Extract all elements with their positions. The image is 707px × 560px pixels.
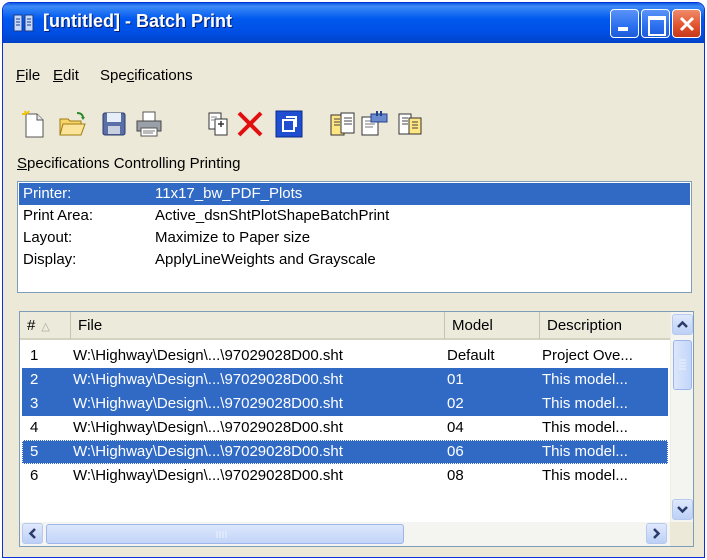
chevron-right-icon (653, 528, 661, 539)
new-file-icon[interactable] (19, 109, 49, 139)
menu-file[interactable]: File (16, 67, 40, 84)
cell-file: W:\Highway\Design\...\97029028D00.sht (73, 419, 343, 436)
cell-file: W:\Highway\Design\...\97029028D00.sht (73, 347, 343, 364)
scrollbar-corner (670, 522, 693, 546)
scroll-up-button[interactable] (672, 314, 693, 335)
menu-file-label: File (16, 67, 41, 84)
spec-row-printer[interactable]: Printer: 11x17_bw_PDF_Plots (19, 183, 690, 205)
batch-print-app-icon (13, 14, 34, 32)
table-row[interactable]: 2 W:\Highway\Design\...\97029028D00.sht … (22, 368, 668, 392)
menu-edit[interactable]: Edit (53, 67, 79, 84)
maximize-button[interactable] (641, 9, 670, 38)
close-icon (679, 16, 695, 32)
cell-model: 04 (447, 419, 464, 436)
column-num-label: # (27, 317, 36, 334)
cell-num: 2 (30, 371, 39, 388)
spec-key: Print Area: (23, 207, 94, 224)
print-area-icon[interactable] (359, 109, 389, 139)
cell-file: W:\Highway\Design\...\97029028D00.sht (73, 371, 343, 388)
cell-description: This model... (542, 467, 628, 484)
column-file-label: File (78, 317, 103, 334)
cell-model: 06 (447, 443, 464, 460)
sort-ascending-icon: △ (41, 321, 50, 333)
delete-icon[interactable] (235, 109, 265, 139)
file-list[interactable]: # △ File Model Description 1 W:\Highway\D… (19, 311, 694, 547)
batch-print-window: [untitled] - Batch Print File Edit Speci… (2, 2, 705, 558)
cell-num: 5 (30, 443, 39, 460)
chevron-left-icon (28, 528, 36, 539)
grip-icon (679, 359, 686, 370)
column-header-num[interactable]: # △ (20, 312, 71, 339)
cell-model: Default (447, 347, 495, 364)
spec-key: Display: (23, 251, 77, 268)
column-description-label: Description (547, 317, 623, 334)
toolbar (3, 95, 704, 147)
table-row[interactable]: 4 W:\Highway\Design\...\97029028D00.sht … (22, 416, 668, 440)
select-all-icon[interactable] (274, 109, 304, 139)
spec-key: Layout: (23, 229, 73, 246)
window-title: [untitled] - Batch Print (43, 11, 232, 31)
specifications-list[interactable]: Printer: 11x17_bw_PDF_Plots Print Area: … (17, 181, 692, 293)
grip-icon (216, 531, 227, 538)
scroll-left-button[interactable] (22, 523, 43, 544)
cell-description: This model... (542, 395, 628, 412)
specifications-label: Specifications Controlling Printing (17, 155, 241, 172)
cell-num: 1 (30, 347, 39, 364)
cell-file: W:\Highway\Design\...\97029028D00.sht (73, 467, 343, 484)
title-bar[interactable]: [untitled] - Batch Print (3, 3, 704, 43)
cell-file: W:\Highway\Design\...\97029028D00.sht (73, 443, 343, 460)
scroll-right-button[interactable] (646, 523, 667, 544)
close-button[interactable] (672, 9, 701, 38)
add-file-icon[interactable] (203, 109, 233, 139)
cell-description: This model... (542, 371, 628, 388)
horizontal-scroll-thumb[interactable] (46, 524, 404, 544)
spec-row-layout[interactable]: Layout: Maximize to Paper size (19, 227, 690, 249)
open-folder-icon[interactable] (57, 109, 87, 139)
cell-model: 01 (447, 371, 464, 388)
printer-setup-icon[interactable] (328, 109, 358, 139)
chevron-down-icon (677, 506, 688, 514)
menu-specifications-label: Specifications (100, 67, 193, 84)
vertical-scroll-thumb[interactable] (673, 340, 692, 390)
menu-specifications[interactable]: Specifications (100, 67, 193, 84)
vertical-scrollbar[interactable] (670, 312, 693, 522)
cell-num: 3 (30, 395, 39, 412)
cell-description: This model... (542, 419, 628, 436)
table-row[interactable]: 1 W:\Highway\Design\...\97029028D00.sht … (22, 344, 668, 368)
column-header-description[interactable]: Description (540, 312, 670, 339)
layout-icon[interactable] (395, 109, 425, 139)
spec-value: Maximize to Paper size (155, 229, 311, 246)
print-icon[interactable] (134, 109, 164, 139)
table-row[interactable]: 6 W:\Highway\Design\...\97029028D00.sht … (22, 464, 668, 488)
cell-num: 4 (30, 419, 39, 436)
cell-model: 02 (447, 395, 464, 412)
cell-file: W:\Highway\Design\...\97029028D00.sht (73, 395, 343, 412)
spec-key: Printer: (23, 185, 72, 202)
spec-row-display[interactable]: Display: ApplyLineWeights and Grayscale (19, 249, 690, 271)
menu-edit-label: Edit (53, 67, 79, 84)
save-icon[interactable] (99, 109, 129, 139)
scroll-down-button[interactable] (672, 499, 693, 520)
spec-row-print-area[interactable]: Print Area: Active_dsnShtPlotShapeBatchP… (19, 205, 690, 227)
cell-description: Project Ove... (542, 347, 633, 364)
list-header: # △ File Model Description (20, 312, 670, 340)
column-model-label: Model (452, 317, 493, 334)
table-row[interactable]: 5 W:\Highway\Design\...\97029028D00.sht … (22, 440, 668, 464)
cell-model: 08 (447, 467, 464, 484)
cell-description: This model... (542, 443, 628, 460)
spec-value: 11x17_bw_PDF_Plots (155, 185, 303, 202)
minimize-button[interactable] (610, 9, 639, 38)
table-row[interactable]: 3 W:\Highway\Design\...\97029028D00.sht … (22, 392, 668, 416)
spec-value: ApplyLineWeights and Grayscale (155, 251, 376, 268)
horizontal-scrollbar[interactable] (20, 522, 670, 546)
cell-num: 6 (30, 467, 39, 484)
spec-value: Active_dsnShtPlotShapeBatchPrint (155, 207, 390, 224)
column-header-file[interactable]: File (71, 312, 445, 339)
column-header-model[interactable]: Model (445, 312, 540, 339)
chevron-up-icon (677, 320, 688, 328)
